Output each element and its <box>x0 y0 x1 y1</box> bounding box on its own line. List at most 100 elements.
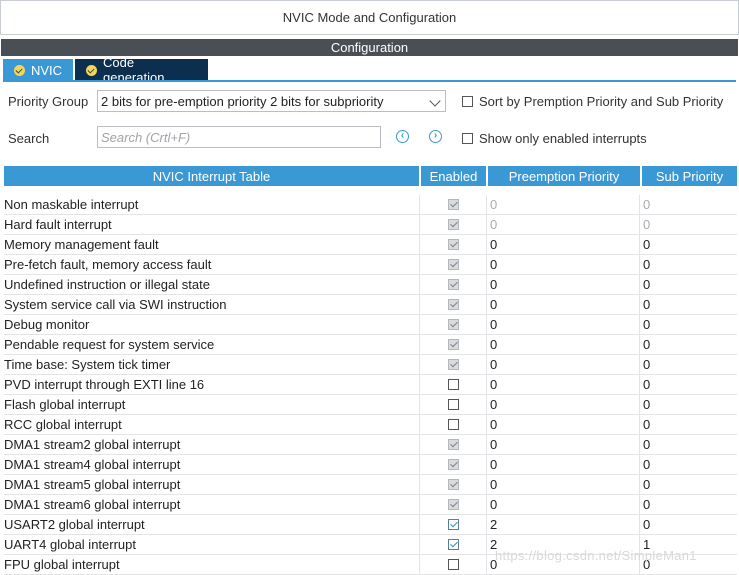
table-row[interactable]: Undefined instruction or illegal state 0 0 <box>4 274 737 295</box>
sub-priority-cell[interactable]: 0 <box>639 214 737 235</box>
preemption-priority-cell[interactable]: 0 <box>486 334 639 355</box>
tab-nvic[interactable]: NVIC <box>3 59 73 81</box>
preemption-priority-cell[interactable]: 0 <box>486 454 639 475</box>
sub-priority-cell[interactable]: 0 <box>639 274 737 295</box>
preemption-priority-cell[interactable]: 0 <box>486 194 639 215</box>
column-header-name[interactable]: NVIC Interrupt Table <box>4 166 421 186</box>
sub-priority-cell[interactable]: 0 <box>639 514 737 535</box>
sub-priority-cell[interactable]: 0 <box>639 414 737 435</box>
preemption-priority-cell[interactable]: 0 <box>486 234 639 255</box>
enabled-cell <box>419 474 486 495</box>
enabled-checkbox[interactable] <box>447 519 459 530</box>
preemption-priority-cell[interactable]: 0 <box>486 474 639 495</box>
priority-group-select[interactable]: 2 bits for pre-emption priority 2 bits f… <box>97 90 446 112</box>
show-enabled-option[interactable]: Show only enabled interrupts <box>462 131 647 146</box>
table-row[interactable]: Hard fault interrupt 0 0 <box>4 214 737 235</box>
show-enabled-checkbox[interactable] <box>462 133 473 144</box>
preemption-priority-cell[interactable]: 0 <box>486 374 639 395</box>
enabled-checkbox <box>447 259 459 270</box>
sub-priority-cell[interactable]: 0 <box>639 354 737 375</box>
sub-priority-cell[interactable]: 0 <box>639 294 737 315</box>
priority-group-label: Priority Group <box>8 94 89 109</box>
table-row[interactable]: Pendable request for system service 0 0 <box>4 334 737 355</box>
preemption-priority-cell[interactable]: 0 <box>486 314 639 335</box>
sub-priority-cell[interactable]: 0 <box>639 434 737 455</box>
tab-nvic-label: NVIC <box>31 62 63 78</box>
preemption-priority-cell[interactable]: 0 <box>486 294 639 315</box>
column-header-enabled[interactable]: Enabled <box>421 166 488 186</box>
enabled-cell <box>419 254 486 275</box>
preemption-priority-cell[interactable]: 2 <box>486 514 639 535</box>
table-row[interactable]: DMA1 stream2 global interrupt 0 0 <box>4 434 737 455</box>
table-row[interactable]: Non maskable interrupt 0 0 <box>4 194 737 215</box>
preemption-priority-cell[interactable]: 0 <box>486 354 639 375</box>
enabled-checkbox <box>447 219 459 230</box>
column-header-preemption[interactable]: Preemption Priority <box>488 166 642 186</box>
table-row[interactable]: DMA1 stream6 global interrupt 0 0 <box>4 494 737 515</box>
enabled-checkbox[interactable] <box>447 379 459 390</box>
enabled-checkbox[interactable] <box>447 419 459 430</box>
enabled-checkbox <box>447 239 459 250</box>
search-previous-button[interactable]: ‹ <box>396 130 409 143</box>
enabled-checkbox <box>447 299 459 310</box>
table-row[interactable]: Pre-fetch fault, memory access fault 0 0 <box>4 254 737 275</box>
tab-code-generation[interactable]: Code generation <box>75 55 208 85</box>
table-row[interactable]: Time base: System tick timer 0 0 <box>4 354 737 375</box>
preemption-priority-cell[interactable]: 0 <box>486 274 639 295</box>
search-label: Search <box>8 131 50 146</box>
preemption-priority-cell[interactable]: 0 <box>486 494 639 515</box>
sub-priority-cell[interactable]: 0 <box>639 194 737 215</box>
preemption-priority-cell[interactable]: 0 <box>486 414 639 435</box>
sub-priority-cell[interactable]: 0 <box>639 374 737 395</box>
enabled-cell <box>419 434 486 455</box>
column-header-sub[interactable]: Sub Priority <box>642 166 737 186</box>
enabled-checkbox[interactable] <box>447 559 459 570</box>
table-row[interactable]: System service call via SWI instruction 0… <box>4 294 737 315</box>
check-circle-icon <box>86 64 97 76</box>
interrupt-name: FPU global interrupt <box>4 557 120 572</box>
window-title-text: NVIC Mode and Configuration <box>282 10 457 25</box>
table-row[interactable]: PVD interrupt through EXTI line 16 0 0 <box>4 374 737 395</box>
interrupt-table: Non maskable interrupt 0 0 Hard fault inter… <box>4 194 737 575</box>
table-row[interactable]: Debug monitor 0 0 <box>4 314 737 335</box>
interrupt-name: Time base: System tick timer <box>4 357 171 372</box>
table-row[interactable]: DMA1 stream5 global interrupt 0 0 <box>4 474 737 495</box>
sort-priority-option[interactable]: Sort by Premption Priority and Sub Prior… <box>462 94 723 109</box>
interrupt-name: PVD interrupt through EXTI line 16 <box>4 377 205 392</box>
enabled-checkbox[interactable] <box>447 399 459 410</box>
preemption-priority-cell[interactable]: 0 <box>486 214 639 235</box>
enabled-cell <box>419 194 486 215</box>
sub-priority-cell[interactable]: 0 <box>639 234 737 255</box>
interrupt-name: Flash global interrupt <box>4 397 126 412</box>
interrupt-name: Memory management fault <box>4 237 159 252</box>
search-next-button[interactable]: › <box>429 130 442 143</box>
enabled-cell <box>419 554 486 575</box>
enabled-checkbox <box>447 199 459 210</box>
search-input[interactable] <box>97 126 381 148</box>
table-row[interactable]: USART2 global interrupt 2 0 <box>4 514 737 535</box>
preemption-priority-cell[interactable]: 0 <box>486 394 639 415</box>
table-row[interactable]: Memory management fault 0 0 <box>4 234 737 255</box>
enabled-cell <box>419 454 486 475</box>
sub-priority-cell[interactable]: 0 <box>639 474 737 495</box>
sub-priority-cell[interactable]: 0 <box>639 254 737 275</box>
sub-priority-cell[interactable]: 0 <box>639 494 737 515</box>
interrupt-name: USART2 global interrupt <box>4 517 145 532</box>
table-row[interactable]: DMA1 stream4 global interrupt 0 0 <box>4 454 737 475</box>
interrupt-name: Undefined instruction or illegal state <box>4 277 210 292</box>
enabled-checkbox[interactable] <box>447 539 459 550</box>
interrupt-name: DMA1 stream5 global interrupt <box>4 477 181 492</box>
sort-priority-label: Sort by Premption Priority and Sub Prior… <box>479 94 724 109</box>
window-title: NVIC Mode and Configuration <box>0 0 739 35</box>
sub-priority-cell[interactable]: 0 <box>639 454 737 475</box>
table-row[interactable]: Flash global interrupt 0 0 <box>4 394 737 415</box>
enabled-cell <box>419 534 486 555</box>
show-enabled-label: Show only enabled interrupts <box>479 131 647 146</box>
preemption-priority-cell[interactable]: 0 <box>486 434 639 455</box>
sub-priority-cell[interactable]: 0 <box>639 314 737 335</box>
table-row[interactable]: RCC global interrupt 0 0 <box>4 414 737 435</box>
sort-priority-checkbox[interactable] <box>462 96 473 107</box>
sub-priority-cell[interactable]: 0 <box>639 334 737 355</box>
sub-priority-cell[interactable]: 0 <box>639 394 737 415</box>
preemption-priority-cell[interactable]: 0 <box>486 254 639 275</box>
